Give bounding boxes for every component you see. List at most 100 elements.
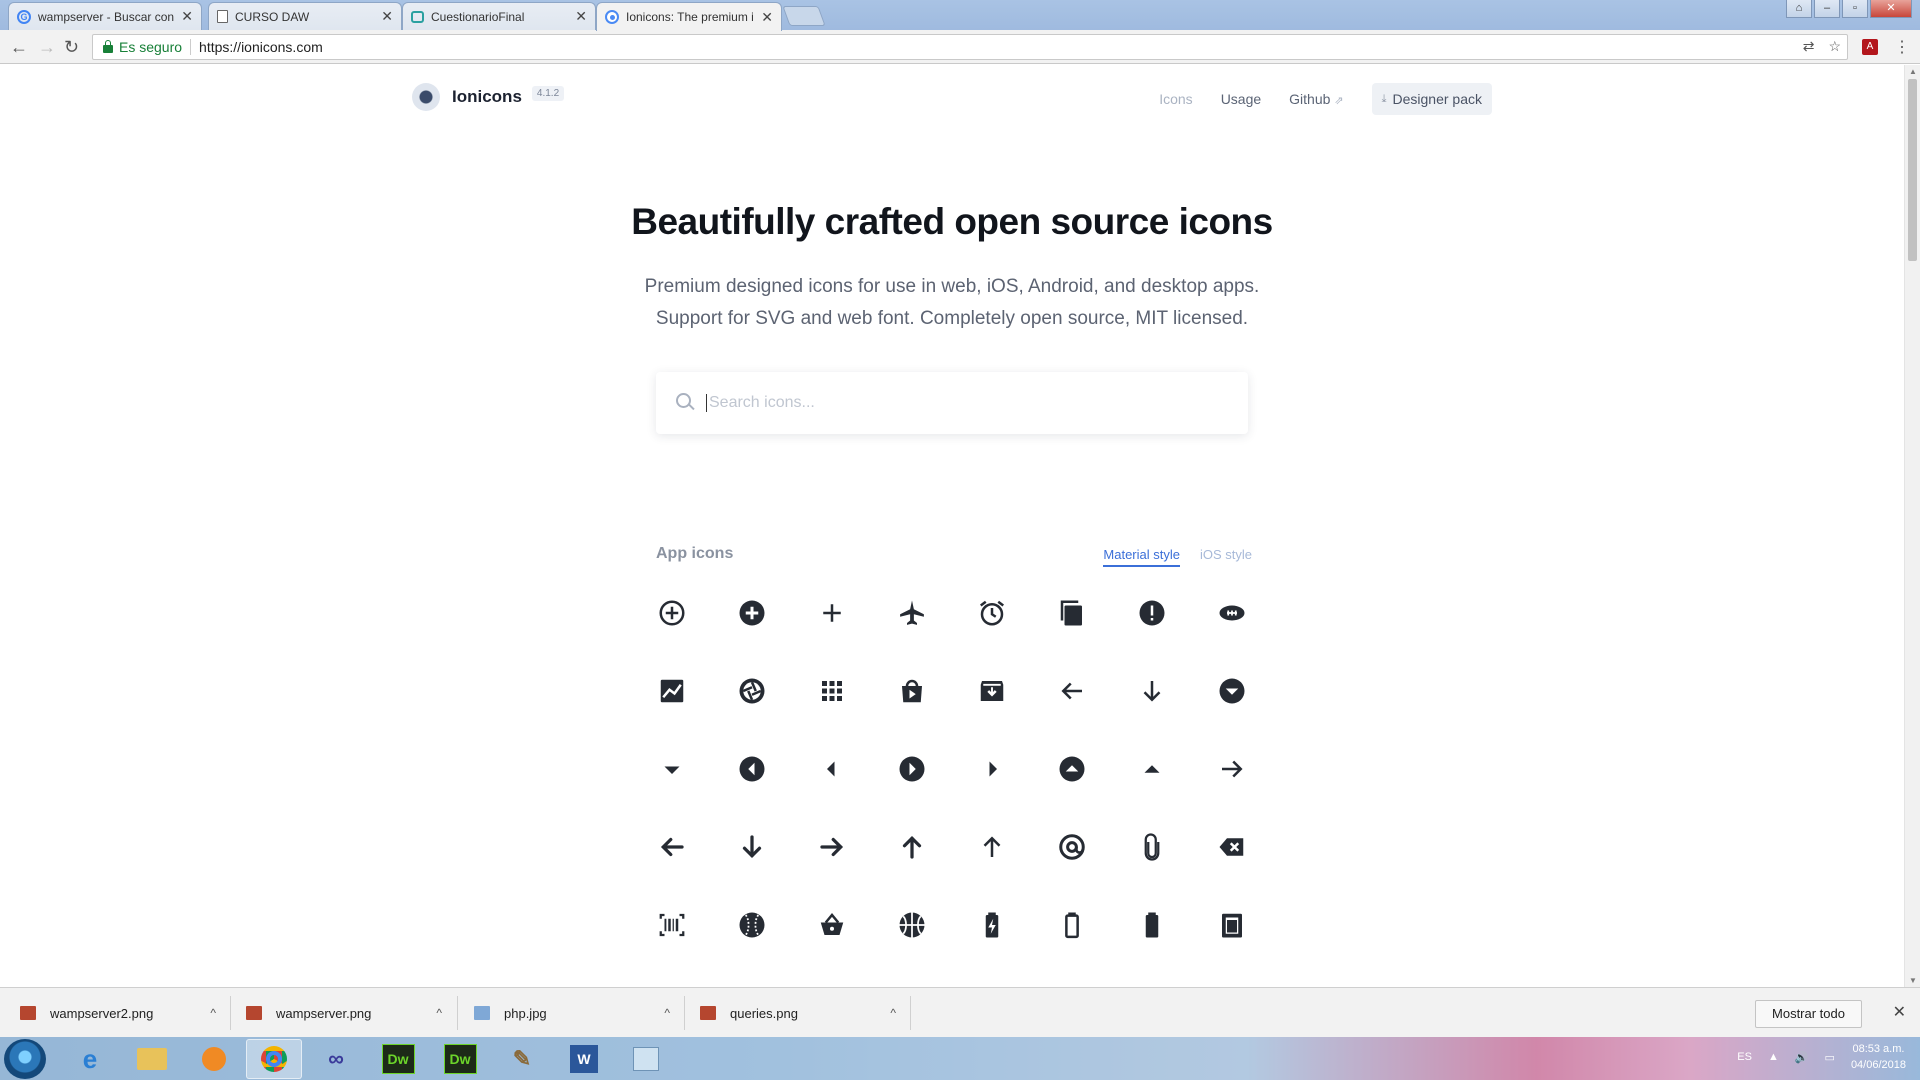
- airplane-icon[interactable]: [896, 597, 928, 629]
- basket-icon[interactable]: [816, 909, 848, 941]
- forward-arrow-icon[interactable]: →: [38, 37, 56, 57]
- battery-dead-icon[interactable]: [1056, 909, 1088, 941]
- arrow-forward-icon[interactable]: [1216, 753, 1248, 785]
- close-icon[interactable]: ✕: [761, 9, 773, 26]
- arrow-down-icon[interactable]: [1136, 675, 1168, 707]
- bookmark-star-icon[interactable]: ☆: [1828, 38, 1841, 55]
- arrow-dropdown-icon[interactable]: [656, 753, 688, 785]
- nav-icons[interactable]: Icons: [1159, 91, 1192, 107]
- download-item[interactable]: queries.png ^: [700, 988, 896, 1038]
- appstore-icon[interactable]: [896, 675, 928, 707]
- show-all-downloads-button[interactable]: Mostrar todo: [1755, 1000, 1862, 1028]
- address-bar[interactable]: Es seguro https://ionicons.com ⇄ ☆: [92, 34, 1848, 60]
- close-window-icon[interactable]: ✕: [1870, 0, 1912, 18]
- add-circle-icon[interactable]: [736, 597, 768, 629]
- barcode-icon[interactable]: [656, 909, 688, 941]
- arrow-dropright-circle-icon[interactable]: [896, 753, 928, 785]
- download-item[interactable]: wampserver2.png ^: [20, 988, 216, 1038]
- scroll-up-icon[interactable]: ▲: [1909, 67, 1917, 76]
- internet-explorer-icon[interactable]: e: [62, 1039, 118, 1079]
- beaker-icon[interactable]: [1216, 909, 1248, 941]
- battery-charging-icon[interactable]: [976, 909, 1008, 941]
- network-icon[interactable]: ▭: [1825, 1051, 1835, 1064]
- close-icon[interactable]: ✕: [1893, 1002, 1906, 1022]
- maximize-icon[interactable]: ▫: [1842, 0, 1868, 18]
- arrow-round-down-icon[interactable]: [736, 831, 768, 863]
- media-player-icon[interactable]: [186, 1039, 242, 1079]
- tab-ionicons[interactable]: Ionicons: The premium ic ✕: [596, 2, 782, 31]
- word-icon[interactable]: W: [556, 1039, 612, 1079]
- download-item[interactable]: php.jpg ^: [474, 988, 670, 1038]
- file-explorer-icon[interactable]: [124, 1039, 180, 1079]
- chevron-up-icon[interactable]: ^: [436, 1006, 442, 1020]
- back-arrow-icon[interactable]: ←: [10, 37, 28, 57]
- designer-pack-button[interactable]: ⤓ Designer pack: [1371, 83, 1492, 115]
- translate-icon[interactable]: ⇄: [1803, 38, 1815, 55]
- nav-github[interactable]: Github ⇗: [1289, 91, 1343, 107]
- arrow-dropdown-circle-icon[interactable]: [1216, 675, 1248, 707]
- arrow-round-forward-icon[interactable]: [816, 831, 848, 863]
- url-text[interactable]: https://ionicons.com: [199, 39, 323, 55]
- chevron-up-icon[interactable]: ^: [664, 1006, 670, 1020]
- arrow-up-icon[interactable]: [976, 831, 1008, 863]
- paint-icon[interactable]: ✎: [494, 1039, 550, 1079]
- chrome-icon[interactable]: [246, 1039, 302, 1079]
- analytics-icon[interactable]: [656, 675, 688, 707]
- ios-style-tab[interactable]: iOS style: [1200, 547, 1252, 567]
- page-scrollbar[interactable]: ▲ ▼: [1904, 65, 1920, 987]
- attach-icon[interactable]: [1136, 831, 1168, 863]
- arrow-back-icon[interactable]: [1056, 675, 1088, 707]
- search-input[interactable]: [706, 394, 1226, 412]
- volume-icon[interactable]: 🔊: [1795, 1051, 1809, 1064]
- new-tab-button[interactable]: [782, 6, 826, 26]
- at-icon[interactable]: [1056, 831, 1088, 863]
- add-icon[interactable]: [816, 597, 848, 629]
- apps-icon[interactable]: [816, 675, 848, 707]
- dreamweaver-icon[interactable]: Dw: [370, 1039, 426, 1079]
- download-item[interactable]: wampserver.png ^: [246, 988, 442, 1038]
- dreamweaver-icon[interactable]: Dw: [432, 1039, 488, 1079]
- basketball-icon[interactable]: [896, 909, 928, 941]
- scroll-down-icon[interactable]: ▼: [1909, 976, 1917, 985]
- chevron-up-icon[interactable]: ^: [890, 1006, 896, 1020]
- tab-curso-daw[interactable]: CURSO DAW ✕: [208, 2, 402, 30]
- nav-usage[interactable]: Usage: [1221, 91, 1261, 107]
- acrobat-extension-icon[interactable]: A: [1862, 39, 1878, 55]
- close-icon[interactable]: ✕: [575, 8, 587, 25]
- infinity-app-icon[interactable]: ∞: [308, 1039, 364, 1079]
- tab-cuestionario[interactable]: CuestionarioFinal ✕: [402, 2, 596, 30]
- archive-icon[interactable]: [976, 675, 1008, 707]
- arrow-round-back-icon[interactable]: [656, 831, 688, 863]
- arrow-round-up-icon[interactable]: [896, 831, 928, 863]
- arrow-dropleft-circle-icon[interactable]: [736, 753, 768, 785]
- brand-logo[interactable]: Ionicons 4.1.2: [412, 83, 565, 111]
- close-icon[interactable]: ✕: [181, 8, 193, 25]
- baseball-icon[interactable]: [736, 909, 768, 941]
- close-icon[interactable]: ✕: [381, 8, 393, 25]
- user-icon[interactable]: ⌂: [1786, 0, 1812, 18]
- tray-expand-icon[interactable]: ▲: [1768, 1051, 1779, 1063]
- battery-full-icon[interactable]: [1136, 909, 1168, 941]
- american-football-icon[interactable]: [1216, 597, 1248, 629]
- language-indicator[interactable]: ES: [1737, 1051, 1752, 1063]
- albums-icon[interactable]: [1056, 597, 1088, 629]
- add-circle-outline-icon[interactable]: [656, 597, 688, 629]
- alert-icon[interactable]: [1136, 597, 1168, 629]
- arrow-dropup-circle-icon[interactable]: [1056, 753, 1088, 785]
- material-style-tab[interactable]: Material style: [1103, 547, 1180, 567]
- reload-icon[interactable]: ↻: [64, 37, 79, 57]
- backspace-icon[interactable]: [1216, 831, 1248, 863]
- tab-wampserver-search[interactable]: G wampserver - Buscar con ✕: [8, 2, 202, 30]
- arrow-dropright-icon[interactable]: [976, 753, 1008, 785]
- arrow-dropup-icon[interactable]: [1136, 753, 1168, 785]
- alarm-icon[interactable]: [976, 597, 1008, 629]
- notepad-icon[interactable]: [618, 1039, 674, 1079]
- minimize-icon[interactable]: –: [1814, 0, 1840, 18]
- arrow-dropleft-icon[interactable]: [816, 753, 848, 785]
- chevron-up-icon[interactable]: ^: [210, 1006, 216, 1020]
- start-button[interactable]: [4, 1039, 46, 1079]
- aperture-icon[interactable]: [736, 675, 768, 707]
- menu-dots-icon[interactable]: ⋮: [1894, 37, 1910, 57]
- clock[interactable]: 08:53 a.m. 04/06/2018: [1851, 1041, 1906, 1073]
- scrollbar-thumb[interactable]: [1908, 79, 1917, 261]
